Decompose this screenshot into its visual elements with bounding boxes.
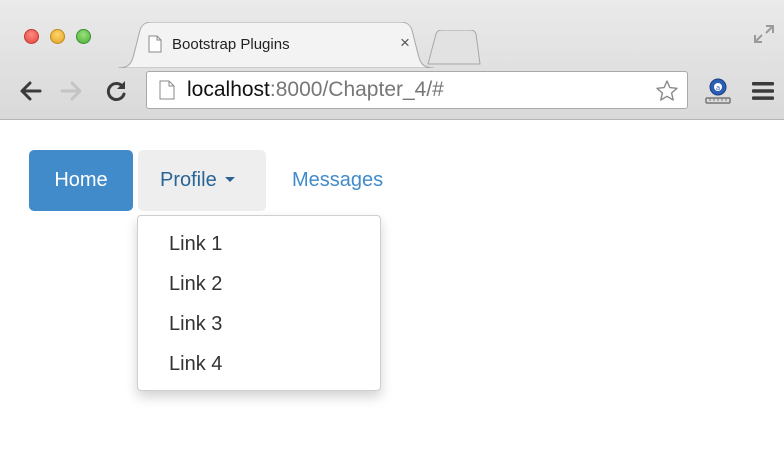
extension-icon[interactable]: a bbox=[703, 77, 733, 112]
reload-icon[interactable] bbox=[104, 80, 128, 102]
dropdown-item-link-1[interactable]: Link 1 bbox=[138, 224, 380, 264]
dropdown-item-link-2[interactable]: Link 2 bbox=[138, 264, 380, 304]
nav-pill-home[interactable]: Home bbox=[29, 150, 133, 211]
page-icon bbox=[159, 80, 175, 105]
tab-close-icon[interactable]: × bbox=[396, 33, 414, 53]
hamburger-menu-icon[interactable] bbox=[752, 81, 774, 106]
forward-arrow-icon[interactable] bbox=[60, 80, 84, 102]
svg-text:a: a bbox=[716, 84, 720, 92]
nav-pill-profile-label: Profile bbox=[160, 169, 217, 191]
fullscreen-icon[interactable] bbox=[752, 24, 776, 49]
tab-title: Bootstrap Plugins bbox=[172, 36, 290, 53]
address-bar[interactable]: localhost:8000/Chapter_4/# bbox=[146, 71, 688, 109]
zoom-window-icon[interactable] bbox=[76, 29, 91, 44]
page-icon bbox=[148, 35, 162, 58]
dropdown-item-link-3[interactable]: Link 3 bbox=[138, 304, 380, 344]
dropdown-item-link-4[interactable]: Link 4 bbox=[138, 344, 380, 384]
new-tab-button[interactable] bbox=[426, 29, 482, 71]
minimize-window-icon[interactable] bbox=[50, 29, 65, 44]
back-arrow-icon[interactable] bbox=[18, 80, 42, 102]
url-text: localhost:8000/Chapter_4/# bbox=[187, 78, 444, 102]
caret-down-icon bbox=[224, 177, 235, 183]
star-icon[interactable] bbox=[655, 79, 679, 108]
browser-chrome: Bootstrap Plugins × localhost:8000/Chapt… bbox=[0, 0, 784, 120]
nav-pill-profile[interactable]: Profile bbox=[138, 150, 266, 211]
nav-pill-messages[interactable]: Messages bbox=[272, 150, 402, 211]
close-window-icon[interactable] bbox=[24, 29, 39, 44]
profile-dropdown-menu: Link 1 Link 2 Link 3 Link 4 bbox=[137, 215, 381, 391]
url-host: localhost bbox=[187, 78, 270, 101]
url-path: :8000/Chapter_4/# bbox=[269, 78, 444, 101]
browser-tab[interactable]: Bootstrap Plugins × bbox=[118, 22, 434, 68]
